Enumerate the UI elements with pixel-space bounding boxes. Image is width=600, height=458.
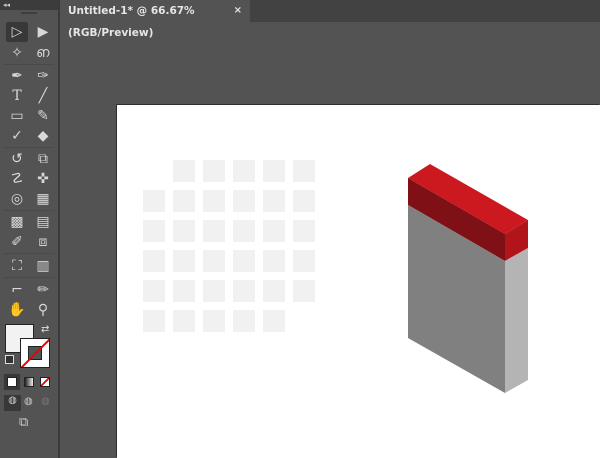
isometric-block[interactable] <box>0 0 600 458</box>
block-gray-side <box>505 248 528 393</box>
